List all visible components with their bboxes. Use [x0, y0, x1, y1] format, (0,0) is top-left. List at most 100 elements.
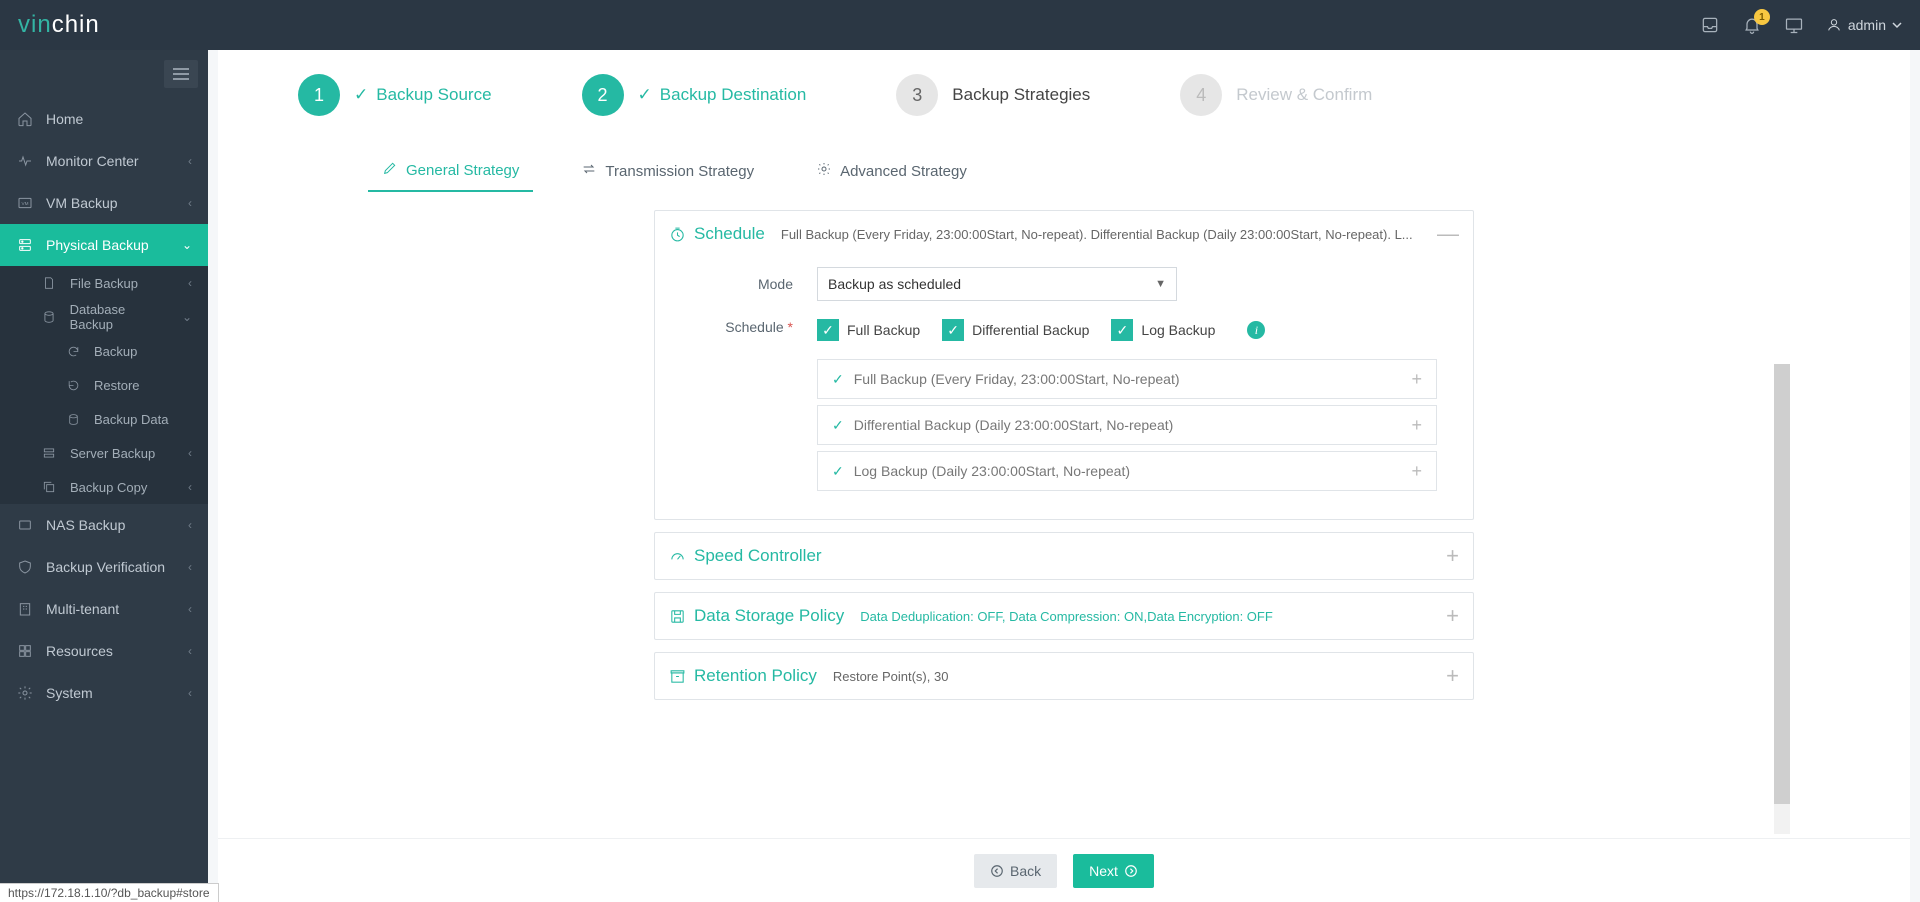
caret-down-icon: ▼ — [1155, 278, 1166, 290]
status-bar-url: https://172.18.1.10/?db_backup#store — [0, 883, 219, 902]
check-icon: ✓ — [832, 463, 844, 480]
panel-schedule-header[interactable]: Schedule Full Backup (Every Friday, 23:0… — [655, 211, 1473, 257]
chk-full-backup[interactable]: ✓Full Backup — [817, 319, 920, 341]
sched-row-text: Differential Backup (Daily 23:00:00Start… — [854, 417, 1174, 433]
bell-icon[interactable]: 1 — [1742, 15, 1762, 35]
chevron-left-icon: ‹ — [188, 446, 192, 460]
database-small-icon — [64, 413, 82, 426]
main-area: 1 ✓Backup Source 2 ✓Backup Destination 3… — [208, 50, 1920, 902]
sidebar-toggle[interactable] — [164, 60, 198, 88]
chevron-left-icon: ‹ — [188, 518, 192, 532]
plus-icon[interactable]: + — [1411, 369, 1422, 390]
wizard-footer: Back Next — [218, 838, 1910, 902]
user-menu[interactable]: admin — [1826, 17, 1902, 33]
home-icon — [16, 111, 34, 127]
vm-icon: VM — [16, 195, 34, 211]
step-4[interactable]: 4 Review & Confirm — [1180, 74, 1372, 116]
nav-label: Resources — [46, 643, 113, 659]
back-button[interactable]: Back — [974, 854, 1057, 888]
monitor-icon[interactable] — [1784, 15, 1804, 35]
copy-icon — [40, 480, 58, 494]
tab-transmission[interactable]: Transmission Strategy — [567, 150, 768, 192]
nav-label: VM Backup — [46, 195, 118, 211]
nav-home[interactable]: Home — [0, 98, 208, 140]
mode-value: Backup as scheduled — [828, 276, 961, 292]
nav-label: Multi-tenant — [46, 601, 119, 617]
step-3[interactable]: 3 Backup Strategies — [896, 74, 1090, 116]
checkbox-checked-icon: ✓ — [1111, 319, 1133, 341]
building-icon — [16, 601, 34, 617]
file-icon — [40, 276, 58, 290]
monitor-nav-icon — [16, 153, 34, 169]
panel-speed: Speed Controller + — [654, 532, 1474, 580]
chevron-left-icon: ‹ — [188, 602, 192, 616]
step-1[interactable]: 1 ✓Backup Source — [298, 74, 492, 116]
nav-backup[interactable]: Backup — [0, 334, 208, 368]
tab-advanced[interactable]: Advanced Strategy — [802, 150, 981, 192]
next-button[interactable]: Next — [1073, 854, 1154, 888]
back-label: Back — [1010, 863, 1041, 879]
chk-diff-backup[interactable]: ✓Differential Backup — [942, 319, 1089, 341]
plus-icon[interactable]: + — [1411, 461, 1422, 482]
notif-badge: 1 — [1754, 9, 1770, 25]
panel-schedule: Schedule Full Backup (Every Friday, 23:0… — [654, 210, 1474, 520]
chk-log-backup[interactable]: ✓ Log Backup — [1111, 319, 1215, 341]
info-icon[interactable]: i — [1247, 321, 1265, 339]
chk-label: Log Backup — [1141, 322, 1215, 338]
nav-database-backup[interactable]: Database Backup ⌄ — [0, 300, 208, 334]
nav-verify[interactable]: Backup Verification ‹ — [0, 546, 208, 588]
sched-row-diff[interactable]: ✓ Differential Backup (Daily 23:00:00Sta… — [817, 405, 1437, 445]
nav-backup-copy[interactable]: Backup Copy ‹ — [0, 470, 208, 504]
nav-system[interactable]: System ‹ — [0, 672, 208, 714]
step-2[interactable]: 2 ✓Backup Destination — [582, 74, 807, 116]
nav-restore[interactable]: Restore — [0, 368, 208, 402]
nav-label: Monitor Center — [46, 153, 139, 169]
nav-multi-tenant[interactable]: Multi-tenant ‹ — [0, 588, 208, 630]
sched-row-full[interactable]: ✓ Full Backup (Every Friday, 23:00:00Sta… — [817, 359, 1437, 399]
chevron-left-icon: ‹ — [188, 276, 192, 290]
nav-nas-backup[interactable]: NAS Backup ‹ — [0, 504, 208, 546]
panel-retention-header[interactable]: Retention Policy Restore Point(s), 30 + — [655, 653, 1473, 699]
wizard-steps: 1 ✓Backup Source 2 ✓Backup Destination 3… — [218, 50, 1910, 150]
server-icon — [16, 237, 34, 253]
step-label-text: Backup Strategies — [952, 85, 1090, 105]
gear-icon — [16, 685, 34, 701]
inbox-icon[interactable] — [1700, 15, 1720, 35]
restore-icon — [64, 379, 82, 392]
chevron-down-icon: ⌄ — [182, 310, 192, 324]
panel-desc: Restore Point(s), 30 — [833, 669, 1436, 684]
scrollbar[interactable] — [1774, 364, 1790, 834]
panel-title: Retention Policy — [694, 666, 817, 686]
nav-backup-data[interactable]: Backup Data — [0, 402, 208, 436]
plus-icon[interactable]: + — [1411, 415, 1422, 436]
sched-row-text: Full Backup (Every Friday, 23:00:00Start… — [854, 371, 1180, 387]
save-icon — [669, 608, 686, 625]
panel-speed-header[interactable]: Speed Controller + — [655, 533, 1473, 579]
topbar: vinchin 1 admin — [0, 0, 1920, 50]
panels-scroll[interactable]: Schedule Full Backup (Every Friday, 23:0… — [218, 192, 1910, 838]
step-label-text: Backup Destination — [660, 85, 806, 105]
chevron-left-icon: ‹ — [188, 644, 192, 658]
nav-server-backup[interactable]: Server Backup ‹ — [0, 436, 208, 470]
chevron-left-icon: ‹ — [188, 686, 192, 700]
expand-icon: + — [1446, 663, 1459, 689]
gear-small-icon — [816, 161, 832, 181]
nav-vm-backup[interactable]: VM VM Backup ‹ — [0, 182, 208, 224]
tab-label: Transmission Strategy — [605, 163, 754, 180]
chevron-left-icon: ‹ — [188, 154, 192, 168]
nav-file-backup[interactable]: File Backup ‹ — [0, 266, 208, 300]
check-icon: ✓ — [638, 85, 652, 105]
panel-storage-header[interactable]: Data Storage Policy Data Deduplication: … — [655, 593, 1473, 639]
nav-label: Physical Backup — [46, 237, 149, 253]
tab-general[interactable]: General Strategy — [368, 150, 533, 192]
nav-physical-backup[interactable]: Physical Backup ⌄ — [0, 224, 208, 266]
sched-row-log[interactable]: ✓ Log Backup (Daily 23:00:00Start, No-re… — [817, 451, 1437, 491]
nav-monitor[interactable]: Monitor Center ‹ — [0, 140, 208, 182]
nav-resources[interactable]: Resources ‹ — [0, 630, 208, 672]
refresh-icon — [64, 345, 82, 358]
checkbox-checked-icon: ✓ — [942, 319, 964, 341]
shield-icon — [16, 559, 34, 575]
nav-label: Backup — [94, 344, 137, 359]
step-label-text: Review & Confirm — [1236, 85, 1372, 105]
mode-select[interactable]: Backup as scheduled ▼ — [817, 267, 1177, 301]
